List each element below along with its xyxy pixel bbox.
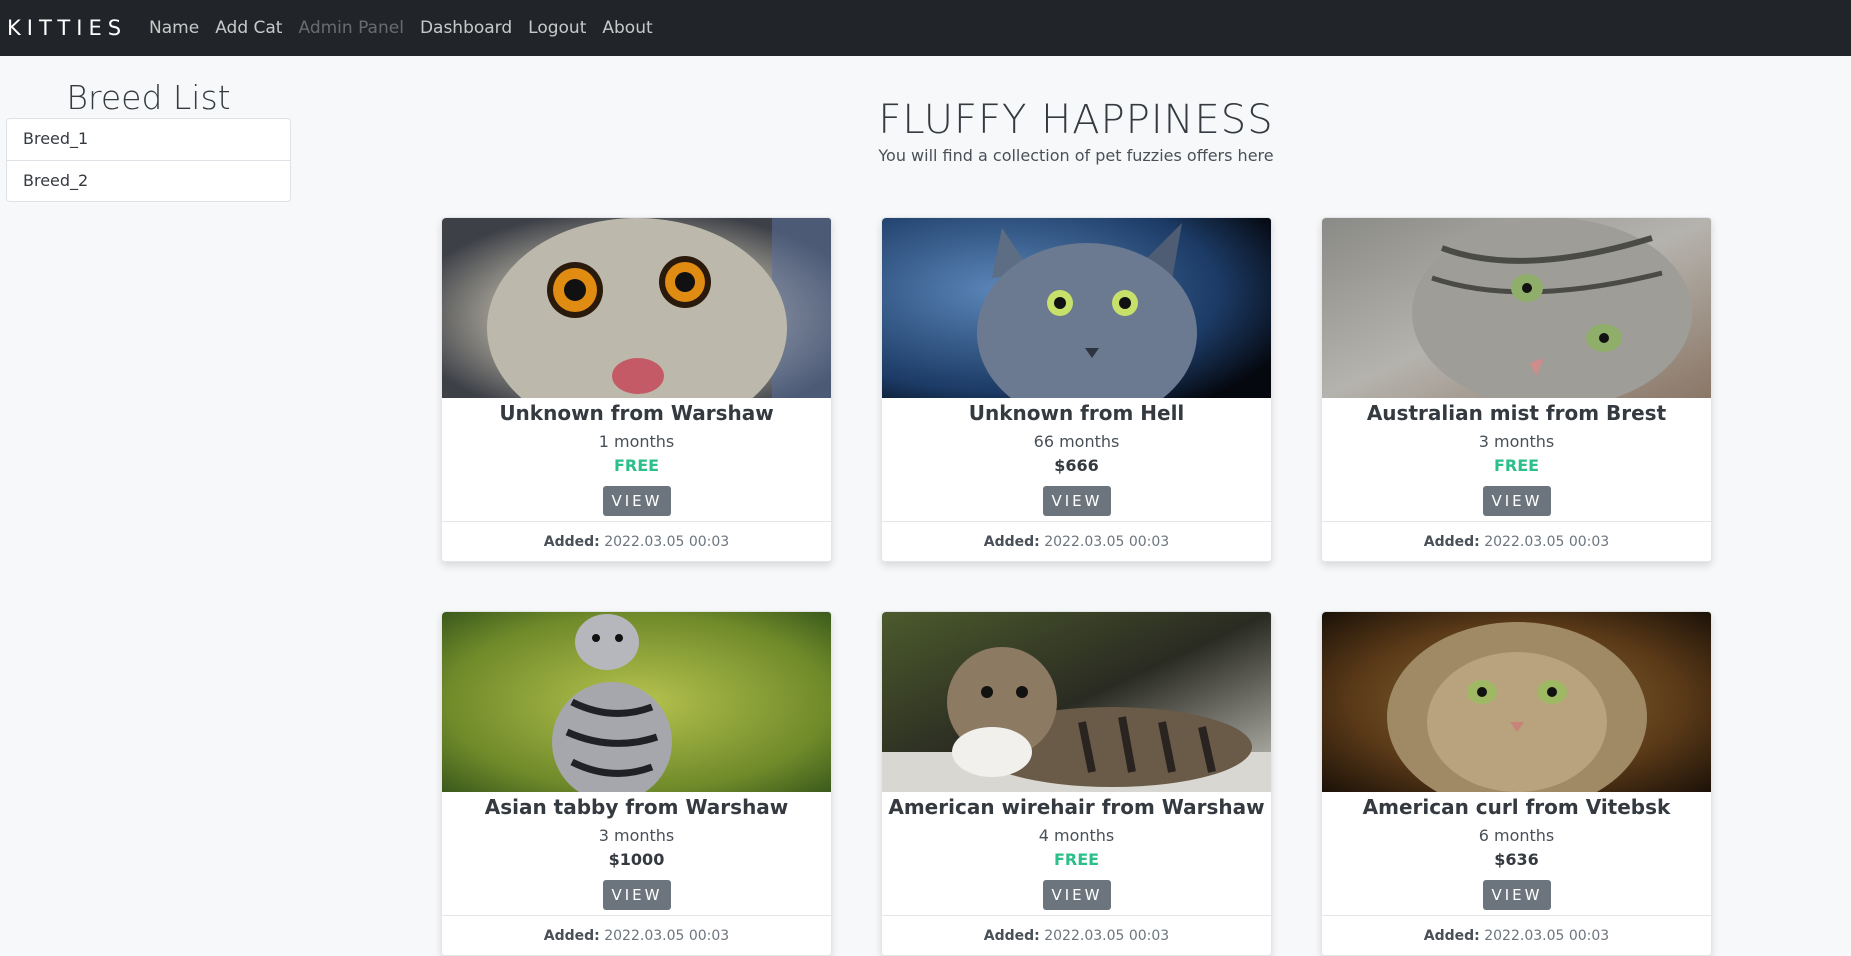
nav-link-add-cat[interactable]: Add Cat	[215, 18, 282, 38]
nav-link-logout[interactable]: Logout	[528, 18, 586, 38]
cat-title: Unknown from Warshaw	[499, 401, 774, 425]
added-label: Added:	[1423, 534, 1480, 550]
cat-age: 3 months	[1478, 432, 1555, 451]
added-label: Added:	[983, 534, 1040, 550]
cat-card: American curl from Vitebsk 6 months $636…	[1321, 611, 1712, 956]
nav-link-admin-panel[interactable]: Admin Panel	[298, 18, 403, 38]
added-date: 2022.03.05 00:03	[604, 928, 730, 944]
cat-title: Asian tabby from Warshaw	[484, 795, 789, 819]
added-date: 2022.03.05 00:03	[1044, 928, 1170, 944]
cat-title: Australian mist from Brest	[1366, 401, 1667, 425]
cat-photo[interactable]	[882, 218, 1271, 398]
cat-price: $1000	[608, 850, 665, 869]
cat-card: Australian mist from Brest 3 months FREE…	[1321, 217, 1712, 562]
cat-card: American wirehair from Warshaw 4 months …	[881, 611, 1272, 956]
cat-price: $636	[1494, 850, 1539, 869]
cat-card: Asian tabby from Warshaw 3 months $1000 …	[441, 611, 832, 956]
added-label: Added:	[543, 928, 600, 944]
added-date: 2022.03.05 00:03	[1484, 534, 1610, 550]
hero-section: FLUFFY HAPPINESS You will find a collect…	[441, 96, 1711, 165]
cat-title: American wirehair from Warshaw	[888, 795, 1265, 819]
view-button[interactable]: VIEW	[1043, 880, 1111, 910]
added-label: Added:	[543, 534, 600, 550]
cat-title: American curl from Vitebsk	[1362, 795, 1671, 819]
breed-sidebar: Breed List Breed_1 Breed_2	[6, 78, 291, 202]
page-subtitle: You will find a collection of pet fuzzie…	[878, 146, 1274, 165]
view-button[interactable]: VIEW	[603, 486, 671, 516]
card-footer: Added: 2022.03.05 00:03	[1322, 521, 1711, 561]
cat-title: Unknown from Hell	[968, 401, 1185, 425]
breed-list: Breed_1 Breed_2	[6, 118, 291, 202]
added-date: 2022.03.05 00:03	[1484, 928, 1610, 944]
breed-list-item[interactable]: Breed_2	[7, 160, 290, 201]
card-footer: Added: 2022.03.05 00:03	[1322, 915, 1711, 955]
cat-price: $666	[1054, 456, 1099, 475]
added-date: 2022.03.05 00:03	[1044, 534, 1170, 550]
view-button[interactable]: VIEW	[1043, 486, 1111, 516]
cat-photo[interactable]	[442, 612, 831, 792]
cat-age: 6 months	[1478, 826, 1555, 845]
card-footer: Added: 2022.03.05 00:03	[442, 915, 831, 955]
nav-link-about[interactable]: About	[602, 18, 652, 38]
added-date: 2022.03.05 00:03	[604, 534, 730, 550]
cat-age: 66 months	[1033, 432, 1120, 451]
cat-age: 3 months	[598, 826, 675, 845]
cat-price: FREE	[1053, 850, 1100, 869]
view-button[interactable]: VIEW	[1483, 486, 1551, 516]
cat-card: Unknown from Hell 66 months $666 VIEW Ad…	[881, 217, 1272, 562]
top-navbar: KITTIES Name Add Cat Admin Panel Dashboa…	[0, 0, 1851, 56]
nav-link-dashboard[interactable]: Dashboard	[420, 18, 512, 38]
added-label: Added:	[1423, 928, 1480, 944]
cat-photo[interactable]	[882, 612, 1271, 792]
cat-age: 1 months	[598, 432, 675, 451]
breed-list-item[interactable]: Breed_1	[7, 119, 290, 160]
cat-price: FREE	[613, 456, 660, 475]
nav-link-name[interactable]: Name	[149, 18, 199, 38]
cat-photo[interactable]	[1322, 612, 1711, 792]
view-button[interactable]: VIEW	[603, 880, 671, 910]
page-title: FLUFFY HAPPINESS	[878, 97, 1274, 143]
breed-list-title: Breed List	[66, 78, 231, 117]
card-footer: Added: 2022.03.05 00:03	[442, 521, 831, 561]
added-label: Added:	[983, 928, 1040, 944]
cat-card: Unknown from Warshaw 1 months FREE VIEW …	[441, 217, 832, 562]
brand-logo[interactable]: KITTIES	[7, 16, 127, 40]
cat-photo[interactable]	[1322, 218, 1711, 398]
cat-photo[interactable]	[442, 218, 831, 398]
card-footer: Added: 2022.03.05 00:03	[882, 521, 1271, 561]
cat-age: 4 months	[1038, 826, 1115, 845]
view-button[interactable]: VIEW	[1483, 880, 1551, 910]
cat-price: FREE	[1493, 456, 1540, 475]
card-footer: Added: 2022.03.05 00:03	[882, 915, 1271, 955]
